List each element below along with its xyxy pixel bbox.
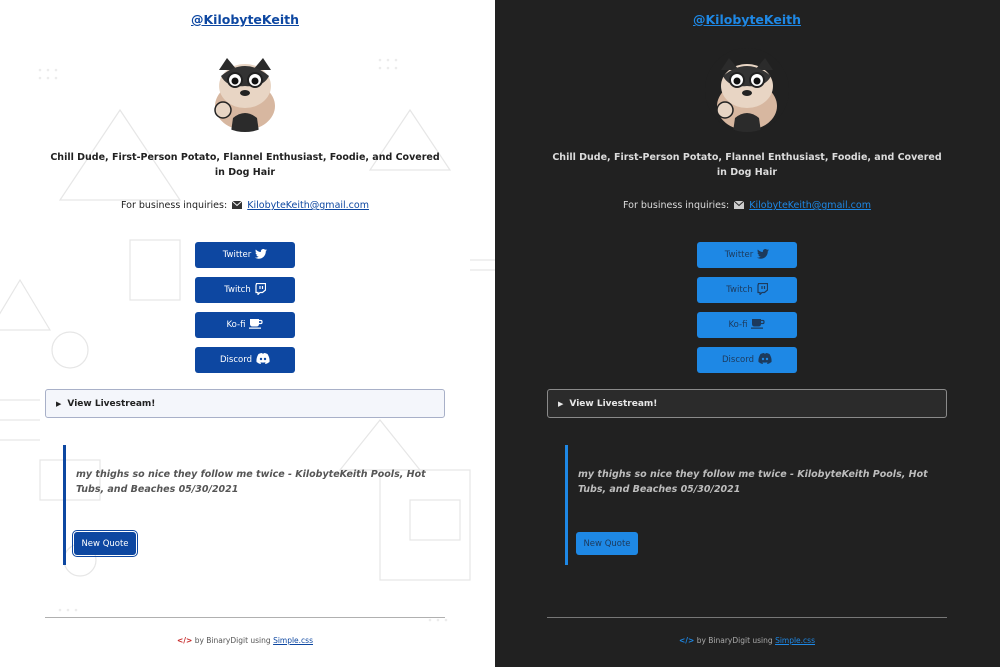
- discord-button[interactable]: Discord: [697, 347, 797, 373]
- code-icon: </>: [176, 636, 193, 645]
- email-link[interactable]: KilobyteKeith@gmail.com: [247, 200, 369, 211]
- twitter-icon: [255, 248, 268, 262]
- business-inquiries: For business inquiries: KilobyteKeith@gm…: [547, 200, 947, 212]
- avatar: [705, 48, 789, 132]
- quote-text: my thighs so nice they follow me twice -…: [76, 469, 426, 495]
- footer-prefix: by BinaryDigit using: [194, 636, 271, 645]
- kofi-button[interactable]: Ko-fi: [697, 312, 797, 338]
- discord-icon: [758, 353, 772, 367]
- twitter-icon: [757, 248, 770, 262]
- livestream-toggle[interactable]: ▶ View Livestream!: [547, 389, 947, 418]
- footer-divider: [547, 617, 947, 618]
- twitter-label: Twitter: [222, 250, 252, 260]
- business-label: For business inquiries:: [121, 200, 228, 211]
- discord-label: Discord: [220, 355, 252, 365]
- simplecss-link[interactable]: Simple.css: [273, 636, 313, 645]
- new-quote-button[interactable]: New Quote: [72, 530, 138, 557]
- twitch-label: Twitch: [224, 285, 251, 295]
- code-icon: </>: [678, 636, 695, 645]
- footer-divider: [45, 617, 445, 618]
- simplecss-link[interactable]: Simple.css: [775, 636, 815, 645]
- twitch-button[interactable]: Twitch: [697, 277, 797, 303]
- twitter-button[interactable]: Twitter: [195, 242, 295, 268]
- dark-theme-pane: @KilobyteKeith Chill Dude, First-Person …: [495, 0, 1000, 667]
- livestream-toggle[interactable]: ▶ View Livestream!: [45, 389, 445, 418]
- envelope-icon: [733, 200, 745, 212]
- footer-prefix: by BinaryDigit using: [696, 636, 773, 645]
- business-inquiries: For business inquiries: KilobyteKeith@gm…: [45, 200, 445, 212]
- twitter-button[interactable]: Twitter: [697, 242, 797, 268]
- profile-handle-link[interactable]: @KilobyteKeith: [45, 12, 445, 27]
- coffee-cup-icon: [249, 318, 264, 332]
- twitch-icon: [757, 282, 768, 298]
- discord-label: Discord: [722, 355, 754, 365]
- discord-button[interactable]: Discord: [195, 347, 295, 373]
- social-links: Twitter Twitch Ko-fi Discord: [195, 242, 295, 382]
- quote-block: my thighs so nice they follow me twice -…: [63, 445, 445, 565]
- twitch-label: Twitch: [726, 285, 753, 295]
- business-label: For business inquiries:: [623, 200, 730, 211]
- quote-block: my thighs so nice they follow me twice -…: [565, 445, 947, 565]
- livestream-label: View Livestream!: [569, 398, 658, 409]
- light-theme-pane: @KilobyteKeith Chill Dude, First-Person …: [0, 0, 500, 667]
- avatar: [203, 48, 287, 132]
- email-link[interactable]: KilobyteKeith@gmail.com: [749, 200, 871, 211]
- kofi-button[interactable]: Ko-fi: [195, 312, 295, 338]
- disclosure-triangle-icon: ▶: [56, 399, 62, 408]
- discord-icon: [256, 353, 270, 367]
- social-links: Twitter Twitch Ko-fi Discord: [697, 242, 797, 382]
- twitch-button[interactable]: Twitch: [195, 277, 295, 303]
- kofi-label: Ko-fi: [226, 320, 246, 330]
- profile-handle-link[interactable]: @KilobyteKeith: [547, 12, 947, 27]
- profile-bio: Chill Dude, First-Person Potato, Flannel…: [552, 152, 942, 178]
- envelope-icon: [231, 200, 243, 212]
- disclosure-triangle-icon: ▶: [558, 399, 564, 408]
- twitch-icon: [255, 282, 266, 298]
- profile-bio: Chill Dude, First-Person Potato, Flannel…: [50, 152, 440, 178]
- quote-text: my thighs so nice they follow me twice -…: [578, 469, 928, 495]
- new-quote-button[interactable]: New Quote: [576, 532, 638, 555]
- twitter-label: Twitter: [724, 250, 754, 260]
- livestream-label: View Livestream!: [67, 398, 156, 409]
- kofi-label: Ko-fi: [728, 320, 748, 330]
- footer: </> by BinaryDigit using Simple.css: [547, 636, 947, 645]
- coffee-cup-icon: [751, 318, 766, 332]
- footer: </> by BinaryDigit using Simple.css: [45, 636, 445, 645]
